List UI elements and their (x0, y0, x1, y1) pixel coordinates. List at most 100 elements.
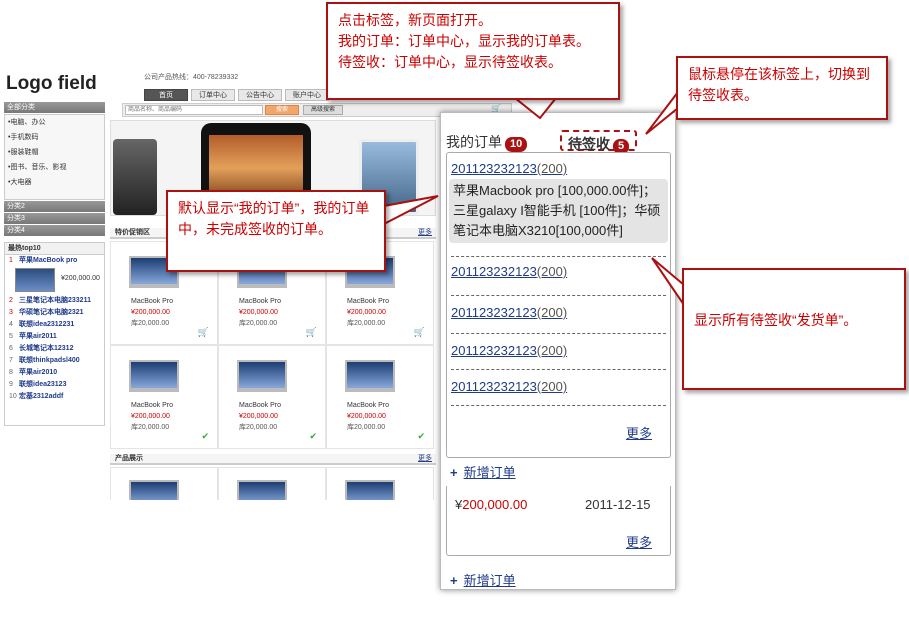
all-categories-header[interactable]: 全部分类 (4, 102, 105, 113)
order-list-underlay: ¥200,000.00 2011-12-15 更多 (446, 486, 671, 556)
advanced-search-button[interactable]: 高级搜索 (303, 105, 343, 115)
nav-orders[interactable]: 订单中心 (191, 89, 235, 101)
product-card[interactable] (110, 467, 218, 500)
product-price: ¥200,000.00 (347, 413, 386, 420)
list-item[interactable]: 1 苹果MacBook pro (5, 255, 104, 267)
rank-number: 4 (9, 321, 13, 328)
callout-line: 显示所有待签收“发货单”。 (694, 312, 858, 328)
list-item[interactable]: 8 苹果air2010 (5, 367, 104, 379)
divider (451, 256, 666, 257)
list-item[interactable]: 7 联想thinkpadsl400 (5, 355, 104, 367)
product-price: ¥200,000.00 (131, 309, 170, 316)
product-card[interactable]: MacBook Pro ¥200,000.00 库20,000.00 ✔ (218, 345, 326, 449)
divider (451, 295, 666, 296)
product-name: MacBook Pro (347, 402, 390, 409)
list-item[interactable]: 4 联想idea2312231 (5, 319, 104, 331)
products-section: 产品展示 更多 (110, 454, 436, 500)
rank-name: 三星笔记本电脑233211 (19, 297, 91, 304)
hotline: 公司产品热线：400-78239332 (144, 74, 239, 81)
search-input[interactable] (125, 105, 263, 115)
category-item[interactable]: •电脑、办公 (5, 115, 104, 130)
rank-number: 6 (9, 345, 13, 352)
nav-home[interactable]: 首页 (144, 89, 188, 101)
top10-title: 最热top10 (5, 243, 104, 255)
add-order-label: 新增订单 (463, 465, 516, 480)
rank-name: 联想idea2312231 (19, 321, 75, 328)
order-detail-tooltip: 苹果Macbook pro [100,000.00件]；三星galaxy I智能… (449, 179, 668, 243)
nav-account[interactable]: 账户中心 (285, 89, 329, 101)
category-item[interactable]: •手机数码 (5, 130, 104, 145)
order-tabs: 我的订单 10 待签收 5 (446, 128, 671, 154)
rank-number: 2 (9, 297, 13, 304)
product-stock: 库20,000.00 (239, 320, 278, 327)
rank-number: 8 (9, 369, 13, 376)
rank-name: 长城笔记本12312 (19, 345, 74, 352)
rank-number: 7 (9, 357, 13, 364)
rank-number: 1 (9, 257, 13, 264)
product-thumbnail[interactable] (345, 360, 395, 392)
order-link[interactable]: 201123232123(200) (451, 305, 567, 320)
products-more-link[interactable]: 更多 (418, 454, 432, 464)
count-badge: 10 (505, 137, 528, 152)
order-link[interactable]: 201123232123(200) (451, 379, 567, 394)
cart-icon[interactable]: 🛒 (414, 327, 425, 338)
list-item[interactable]: 10 宏基2312addf (5, 391, 104, 403)
divider (451, 333, 666, 334)
list-item[interactable]: 9 联想idea23123 (5, 379, 104, 391)
list-item[interactable]: 3 华硕笔记本电脑2321 (5, 307, 104, 319)
product-card[interactable] (326, 467, 434, 500)
product-card[interactable] (218, 467, 326, 500)
product-name: MacBook Pro (239, 402, 282, 409)
products-header: 产品展示 更多 (110, 454, 436, 465)
rank-number: 5 (9, 333, 13, 340)
order-id: 201123232123 (451, 264, 537, 279)
search-button[interactable]: 搜索 (265, 105, 299, 115)
product-thumbnail[interactable] (345, 480, 395, 500)
list-item[interactable]: 2 三星笔记本电脑233211 (5, 295, 104, 307)
nav-notices[interactable]: 公告中心 (238, 89, 282, 101)
category-header-2[interactable]: 分类2 (4, 201, 105, 212)
product-thumbnail[interactable] (237, 480, 287, 500)
callout-line: 鼠标悬停在该标签上，切换到待签收表。 (688, 66, 870, 103)
more-link[interactable]: 更多 (626, 423, 652, 442)
add-order-button[interactable]: + 新增订单 (450, 462, 516, 481)
order-id: 201123232123 (451, 161, 537, 176)
product-thumbnail[interactable] (237, 360, 287, 392)
product-name: MacBook Pro (131, 298, 174, 305)
tab-my-orders[interactable]: 我的订单 10 (446, 132, 528, 152)
top10-list: 最热top10 1 苹果MacBook pro ¥200,000.00 2 三星笔记… (4, 242, 105, 426)
product-stock: 库20,000.00 (347, 320, 386, 327)
rank-name: 华硕笔记本电脑2321 (19, 309, 84, 316)
category-item[interactable]: •图书、音乐、影视 (5, 160, 104, 175)
category-header-3[interactable]: 分类3 (4, 213, 105, 224)
order-count: (200) (536, 264, 568, 279)
category-item[interactable]: •服装鞋帽 (5, 145, 104, 160)
order-id: 201123232123 (451, 343, 537, 358)
rank1-detail: ¥200,000.00 (5, 267, 104, 295)
order-count: (200) (536, 343, 568, 358)
annotation-callout: 鼠标悬停在该标签上，切换到待签收表。 (676, 56, 888, 120)
tab-pending-receipt[interactable]: 待签收 5 (560, 130, 638, 154)
promo-more-link[interactable]: 更多 (418, 228, 432, 238)
product-thumbnail[interactable] (129, 480, 179, 500)
order-link[interactable]: 201123232123(200) (451, 264, 567, 279)
cart-icon[interactable]: 🛒 (198, 327, 209, 338)
product-card[interactable]: MacBook Pro ¥200,000.00 库20,000.00 ✔ (326, 345, 434, 449)
product-thumbnail[interactable] (129, 360, 179, 392)
add-order-button[interactable]: + 新增订单 (450, 570, 516, 589)
rank-name: 苹果air2010 (19, 369, 58, 376)
order-link[interactable]: 201123232123(200) (451, 343, 567, 358)
divider (451, 369, 666, 370)
product-thumbnail[interactable] (15, 268, 55, 292)
product-card[interactable]: MacBook Pro ¥200,000.00 库20,000.00 ✔ (110, 345, 218, 449)
annotation-callout: 显示所有待签收“发货单”。 (682, 268, 906, 390)
list-item[interactable]: 6 长城笔记本12312 (5, 343, 104, 355)
cart-icon[interactable]: 🛒 (306, 327, 317, 338)
logo: Logo field (6, 73, 97, 94)
list-item[interactable]: 5 苹果air2011 (5, 331, 104, 343)
category-header-4[interactable]: 分类4 (4, 225, 105, 236)
order-link[interactable]: 201123232123(200) (451, 161, 567, 176)
category-item[interactable]: •大电器 (5, 175, 104, 190)
more-link[interactable]: 更多 (626, 532, 652, 551)
callout-line: 待签收：订单中心，显示待签收表。 (338, 54, 562, 70)
